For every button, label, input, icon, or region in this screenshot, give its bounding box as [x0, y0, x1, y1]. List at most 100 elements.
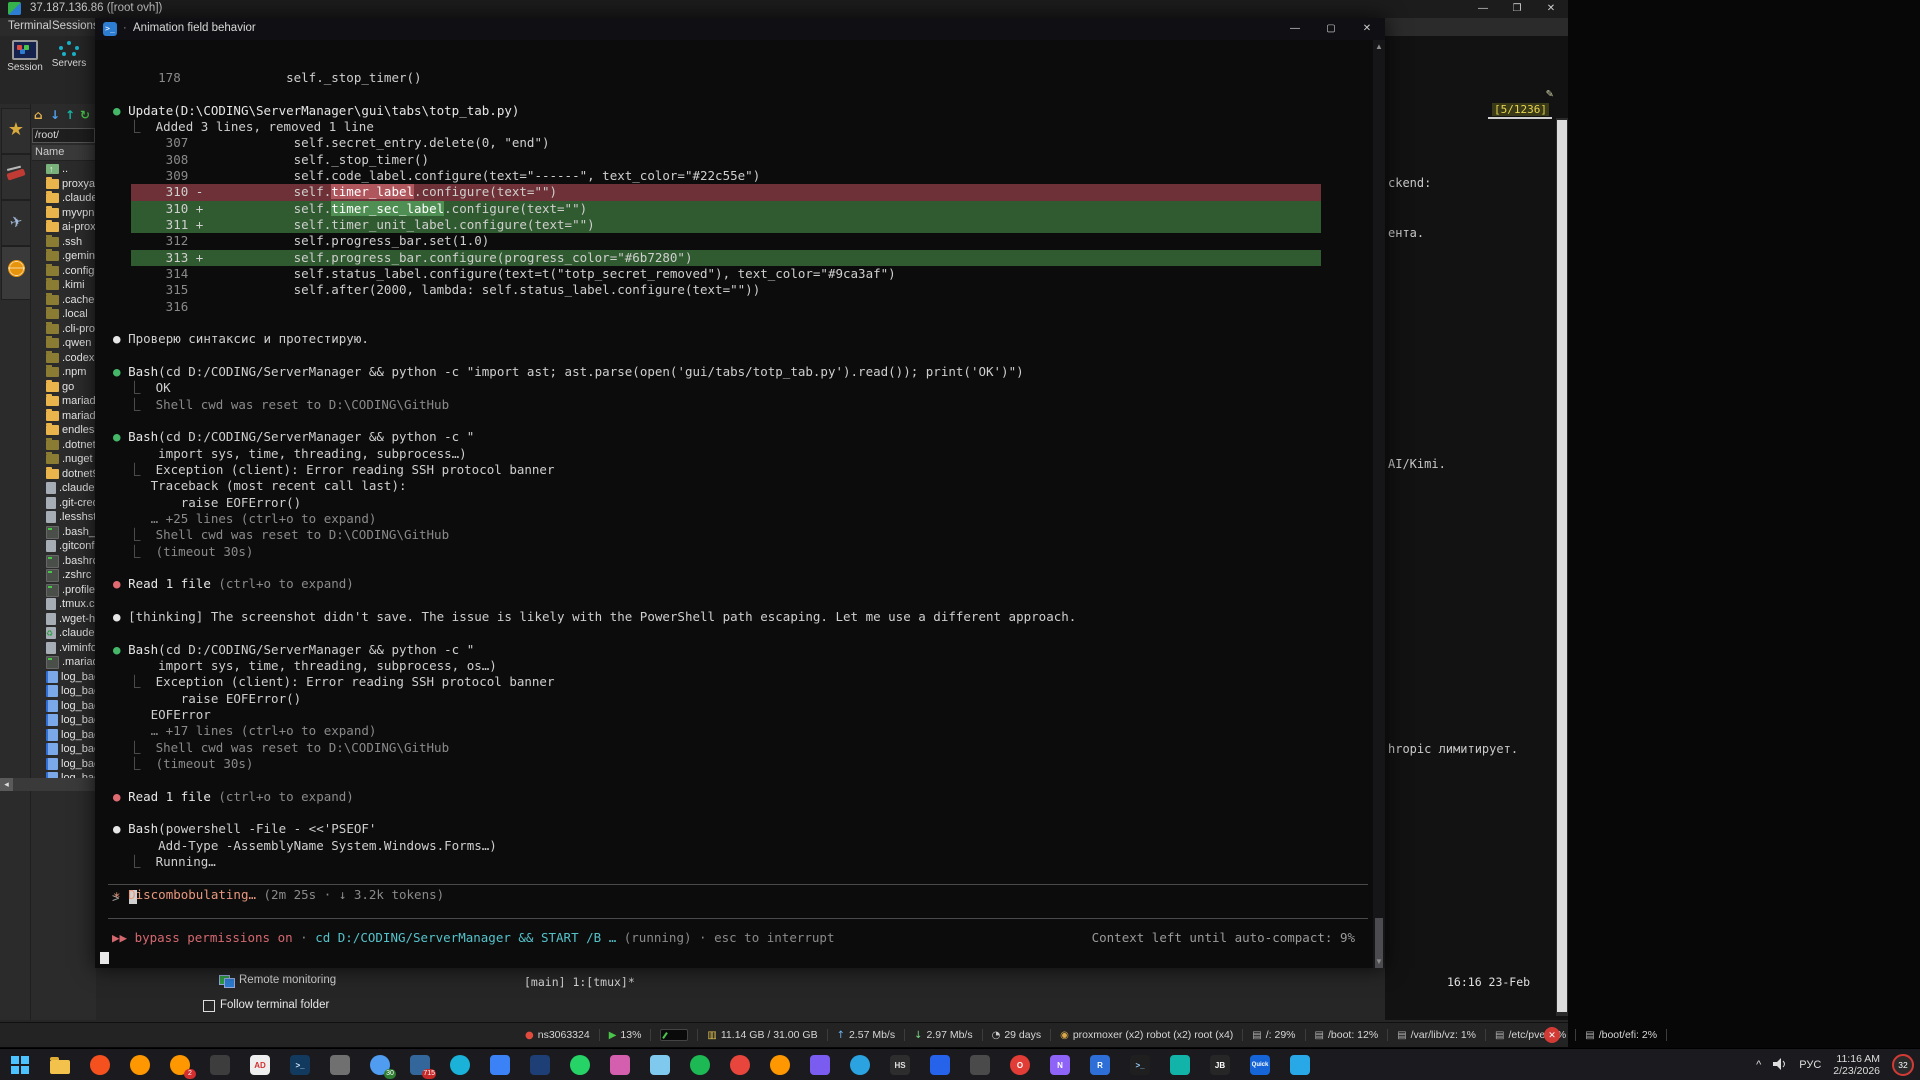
- scroll-down-icon[interactable]: ▼: [1373, 957, 1385, 966]
- taskbar-opera[interactable]: O: [1008, 1053, 1032, 1077]
- file-item[interactable]: .local: [32, 307, 95, 322]
- refresh-icon[interactable]: ↻: [80, 108, 90, 122]
- file-item[interactable]: .gitconfig: [32, 539, 95, 554]
- file-item[interactable]: log_backu: [32, 742, 95, 757]
- file-item[interactable]: mariadb-i: [32, 394, 95, 409]
- file-item[interactable]: .dotnet: [32, 438, 95, 453]
- taskbar-notion-app[interactable]: N: [1048, 1053, 1072, 1077]
- statusbar-close-badge[interactable]: ✕: [1544, 1027, 1560, 1043]
- taskbar-r-app[interactable]: R: [1088, 1053, 1112, 1077]
- tab-tools[interactable]: [1, 154, 31, 200]
- taskbar-photos-app[interactable]: [608, 1053, 632, 1077]
- cc-minimize-button[interactable]: —: [1277, 18, 1313, 40]
- download-icon[interactable]: ↓: [50, 108, 60, 122]
- file-item[interactable]: .bash_his: [32, 525, 95, 540]
- session-button[interactable]: Session: [4, 37, 46, 81]
- file-item[interactable]: log_backu: [32, 771, 95, 778]
- taskbar-brave[interactable]: [88, 1053, 112, 1077]
- file-item[interactable]: log_backu: [32, 757, 95, 772]
- file-item[interactable]: ..: [32, 162, 95, 177]
- file-item[interactable]: .wget-hst: [32, 612, 95, 627]
- background-vscrollbar-thumb[interactable]: [1557, 120, 1567, 1012]
- file-item[interactable]: dotnet9: [32, 467, 95, 482]
- file-item[interactable]: log_backu: [32, 699, 95, 714]
- file-item[interactable]: go: [32, 380, 95, 395]
- file-item[interactable]: .kimi: [32, 278, 95, 293]
- bg-maximize-button[interactable]: ❐: [1500, 0, 1534, 18]
- taskbar-chrome-30[interactable]: 30: [368, 1053, 392, 1077]
- bg-close-button[interactable]: ✕: [1534, 0, 1568, 18]
- language-indicator[interactable]: РУС: [1799, 1059, 1821, 1071]
- taskbar-telegram[interactable]: [848, 1053, 872, 1077]
- taskbar-blue-app[interactable]: [928, 1053, 952, 1077]
- file-item[interactable]: .viminfo: [32, 641, 95, 656]
- taskbar-anydesk[interactable]: AD: [248, 1053, 272, 1077]
- file-item[interactable]: .gemini: [32, 249, 95, 264]
- file-item[interactable]: .nuget: [32, 452, 95, 467]
- taskbar-start[interactable]: [8, 1053, 32, 1077]
- taskbar-hs-app[interactable]: HS: [888, 1053, 912, 1077]
- taskbar-powershell[interactable]: >_: [1128, 1053, 1152, 1077]
- file-list-hscrollbar[interactable]: ◂: [0, 778, 95, 791]
- notification-badge[interactable]: 32: [1892, 1054, 1914, 1076]
- menu-sessions[interactable]: Sessions: [52, 20, 99, 32]
- file-item[interactable]: .mariadb_: [32, 655, 95, 670]
- file-item[interactable]: .tmux.con: [32, 597, 95, 612]
- taskbar-terminal-app[interactable]: >_: [288, 1053, 312, 1077]
- file-item[interactable]: .zshrc: [32, 568, 95, 583]
- file-item[interactable]: log_backu: [32, 728, 95, 743]
- tray-clock[interactable]: 11:16 AM 2/23/2026: [1833, 1053, 1880, 1077]
- folder-up-icon[interactable]: ⌂: [34, 108, 43, 122]
- taskbar-paint-app[interactable]: [648, 1053, 672, 1077]
- file-item[interactable]: .qwen: [32, 336, 95, 351]
- tab-favorites[interactable]: ★: [1, 108, 31, 154]
- tab-macros[interactable]: ✈: [1, 200, 31, 246]
- file-item[interactable]: .npm: [32, 365, 95, 380]
- path-input[interactable]: /root/: [32, 128, 95, 143]
- speaker-icon[interactable]: [1773, 1058, 1787, 1073]
- taskbar-chrome[interactable]: [728, 1053, 752, 1077]
- file-item[interactable]: .profile: [32, 583, 95, 598]
- menu-terminal[interactable]: Terminal: [8, 20, 51, 32]
- taskbar-firefox[interactable]: [128, 1053, 152, 1077]
- file-item[interactable]: .bashrc: [32, 554, 95, 569]
- taskbar-firefox-2[interactable]: 2: [168, 1053, 192, 1077]
- cc-maximize-button[interactable]: ▢: [1313, 18, 1349, 40]
- bg-minimize-button[interactable]: —: [1466, 0, 1500, 18]
- taskbar-app-715[interactable]: 715: [408, 1053, 432, 1077]
- scroll-up-icon[interactable]: ▲: [1373, 42, 1385, 51]
- file-item[interactable]: proxyapis: [32, 177, 95, 192]
- taskbar-edge[interactable]: [448, 1053, 472, 1077]
- taskbar-quick-app[interactable]: Quick: [1248, 1053, 1272, 1077]
- taskbar-firefox-3[interactable]: [768, 1053, 792, 1077]
- file-item[interactable]: .lesshst: [32, 510, 95, 525]
- file-item[interactable]: .cache: [32, 293, 95, 308]
- file-item[interactable]: .claude.js: [32, 626, 95, 641]
- taskbar-code-app[interactable]: [1288, 1053, 1312, 1077]
- taskbar-blue-folder[interactable]: [488, 1053, 512, 1077]
- file-item[interactable]: .codex: [32, 351, 95, 366]
- file-item[interactable]: ai-proxy-: [32, 220, 95, 235]
- file-item[interactable]: mariadb-c: [32, 409, 95, 424]
- taskbar-file-explorer[interactable]: [48, 1053, 72, 1077]
- file-item[interactable]: .claude: [32, 191, 95, 206]
- taskbar-gray-app[interactable]: [328, 1053, 352, 1077]
- file-item[interactable]: .git-crede: [32, 496, 95, 511]
- tab-sftp-browser[interactable]: [1, 246, 31, 300]
- file-item[interactable]: log_backu: [32, 713, 95, 728]
- taskbar-violet-app[interactable]: [808, 1053, 832, 1077]
- taskbar-spotify[interactable]: [688, 1053, 712, 1077]
- file-item[interactable]: log_backu: [32, 670, 95, 685]
- taskbar-whatsapp[interactable]: [568, 1053, 592, 1077]
- file-item[interactable]: .cli-proxy: [32, 322, 95, 337]
- claude-vscrollbar[interactable]: ▲ ▼: [1373, 40, 1385, 968]
- taskbar-navy-app[interactable]: [528, 1053, 552, 1077]
- background-vscrollbar[interactable]: [1556, 118, 1568, 1016]
- file-item[interactable]: myvpn: [32, 206, 95, 221]
- taskbar-jetbrains[interactable]: JB: [1208, 1053, 1232, 1077]
- servers-button[interactable]: Servers: [48, 37, 90, 81]
- cc-close-button[interactable]: ✕: [1349, 18, 1385, 40]
- upload-icon[interactable]: ↑: [65, 108, 75, 122]
- file-item[interactable]: endlessh: [32, 423, 95, 438]
- taskbar-obs-app[interactable]: [968, 1053, 992, 1077]
